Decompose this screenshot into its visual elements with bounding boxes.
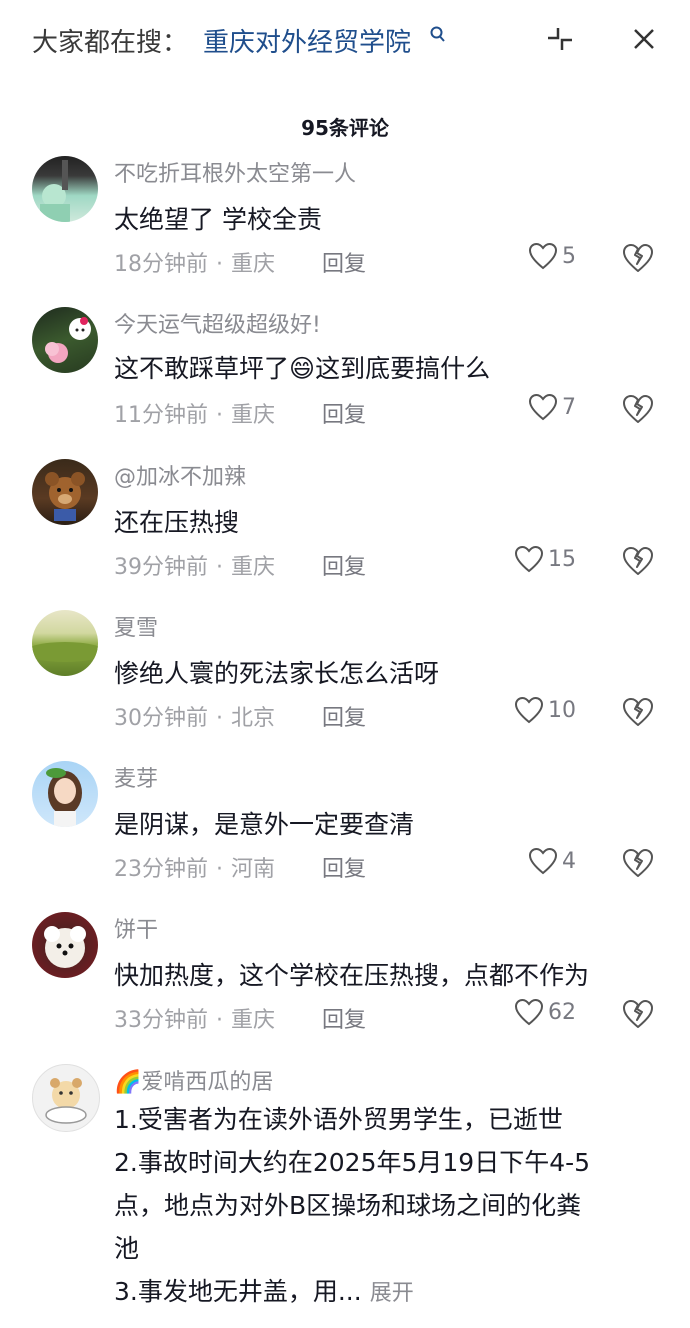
comment-username[interactable]: 饼干 — [114, 912, 158, 944]
comment-line: 池 — [114, 1234, 140, 1263]
comment-meta: 30分钟前 · 北京 — [114, 706, 276, 731]
comment-username[interactable]: 夏雪 — [114, 610, 158, 642]
like-button[interactable]: 10 — [514, 696, 576, 724]
heart-icon — [514, 696, 544, 724]
expand-button[interactable]: 展开 — [370, 1281, 414, 1306]
comment-text: 是阴谋，是意外一定要查清 — [114, 810, 415, 839]
comment-meta: 39分钟前 · 重庆 — [114, 555, 276, 580]
heart-icon — [528, 393, 558, 421]
comment-username[interactable]: 今天运气超级超级好! — [114, 307, 321, 339]
broken-heart-icon — [623, 395, 653, 423]
comment-username[interactable]: 🌈爱啃西瓜的居 — [114, 1064, 273, 1096]
comment-time: 23分钟前 — [114, 857, 208, 882]
like-count: 10 — [548, 697, 576, 723]
reply-button[interactable]: 回复 — [322, 397, 366, 429]
broken-heart-icon — [623, 547, 653, 575]
like-button[interactable]: 4 — [528, 847, 576, 875]
avatar[interactable] — [32, 912, 98, 978]
heart-icon — [528, 242, 558, 270]
like-button[interactable]: 15 — [514, 545, 576, 573]
comment-time: 11分钟前 — [114, 403, 208, 428]
comment-location: 重庆 — [231, 1008, 276, 1033]
comment-meta: 33分钟前 · 重庆 — [114, 1008, 276, 1033]
avatar[interactable] — [32, 307, 98, 373]
comment-location: 重庆 — [231, 403, 276, 428]
comment-line: 点，地点为对外B区操场和球场之间的化粪 — [114, 1191, 582, 1220]
like-count: 4 — [562, 848, 576, 874]
like-button[interactable]: 5 — [528, 242, 576, 270]
broken-heart-icon — [623, 244, 653, 272]
comment-username[interactable]: 麦芽 — [114, 761, 158, 793]
reply-button[interactable]: 回复 — [322, 246, 366, 278]
comment-time: 33分钟前 — [114, 1008, 208, 1033]
comment-location: 重庆 — [231, 555, 276, 580]
comment-location: 重庆 — [231, 252, 276, 277]
comment-text: 惨绝人寰的死法家长怎么活呀 — [114, 659, 440, 688]
comment-line: 1.受害者为在读外语外贸男学生，已逝世 — [114, 1105, 563, 1134]
dislike-button[interactable] — [622, 848, 654, 882]
heart-icon — [528, 847, 558, 875]
comment-text: 太绝望了 学校全责 — [114, 205, 322, 234]
comment-username[interactable]: @加冰不加辣 — [114, 459, 246, 491]
comment-username[interactable]: 不吃折耳根外太空第一人 — [114, 156, 356, 188]
dislike-button[interactable] — [622, 394, 654, 428]
heart-icon — [514, 998, 544, 1026]
comment-text: 快加热度，这个学校在压热搜，点都不作为 — [114, 961, 590, 990]
dislike-button[interactable] — [622, 546, 654, 580]
search-icon[interactable] — [430, 26, 446, 48]
avatar[interactable] — [32, 1064, 100, 1132]
comment-line: 3.事发地无井盖，用... — [114, 1277, 362, 1306]
trending-search-link[interactable]: 重庆对外经贸学院 — [203, 22, 411, 59]
comment-text: 还在压热搜 — [114, 508, 240, 537]
like-button[interactable]: 62 — [514, 998, 576, 1026]
close-icon[interactable] — [632, 27, 656, 55]
comment-meta: 23分钟前 · 河南 — [114, 857, 276, 882]
comment-line: 2.事故时间大约在2025年5月19日下午4-5 — [114, 1148, 591, 1177]
comment-text: 1.受害者为在读外语外贸男学生，已逝世 2.事故时间大约在2025年5月19日下… — [114, 1098, 674, 1315]
comment-location: 北京 — [231, 706, 276, 731]
collapse-icon[interactable] — [546, 26, 574, 56]
reply-button[interactable]: 回复 — [322, 549, 366, 581]
comment-time: 39分钟前 — [114, 555, 208, 580]
dislike-button[interactable] — [622, 243, 654, 277]
avatar[interactable] — [32, 156, 98, 222]
comment-line-last: 3.事发地无井盖，用... 展开 — [114, 1270, 674, 1315]
broken-heart-icon — [623, 1000, 653, 1028]
avatar[interactable] — [32, 610, 98, 676]
like-count: 5 — [562, 243, 576, 269]
comment-meta: 11分钟前 · 重庆 — [114, 403, 276, 428]
reply-button[interactable]: 回复 — [322, 851, 366, 883]
broken-heart-icon — [623, 849, 653, 877]
like-count: 7 — [562, 394, 576, 420]
comment-time: 30分钟前 — [114, 706, 208, 731]
comment-count: 95条评论 — [301, 116, 389, 140]
heart-icon — [514, 545, 544, 573]
comment-location: 河南 — [231, 857, 276, 882]
reply-button[interactable]: 回复 — [322, 1002, 366, 1034]
reply-button[interactable]: 回复 — [322, 700, 366, 732]
comment-meta: 18分钟前 · 重庆 — [114, 252, 276, 277]
top-bar: 大家都在搜： 重庆对外经贸学院 — [0, 0, 690, 80]
like-count: 62 — [548, 999, 576, 1025]
dislike-button[interactable] — [622, 999, 654, 1033]
avatar[interactable] — [32, 761, 98, 827]
like-count: 15 — [548, 546, 576, 572]
comment-time: 18分钟前 — [114, 252, 208, 277]
trending-search-prefix: 大家都在搜： — [32, 28, 189, 58]
comment-text: 这不敢踩草坪了😄这到底要搞什么 — [114, 354, 491, 383]
dislike-button[interactable] — [622, 697, 654, 731]
broken-heart-icon — [623, 698, 653, 726]
avatar[interactable] — [32, 459, 98, 525]
like-button[interactable]: 7 — [528, 393, 576, 421]
